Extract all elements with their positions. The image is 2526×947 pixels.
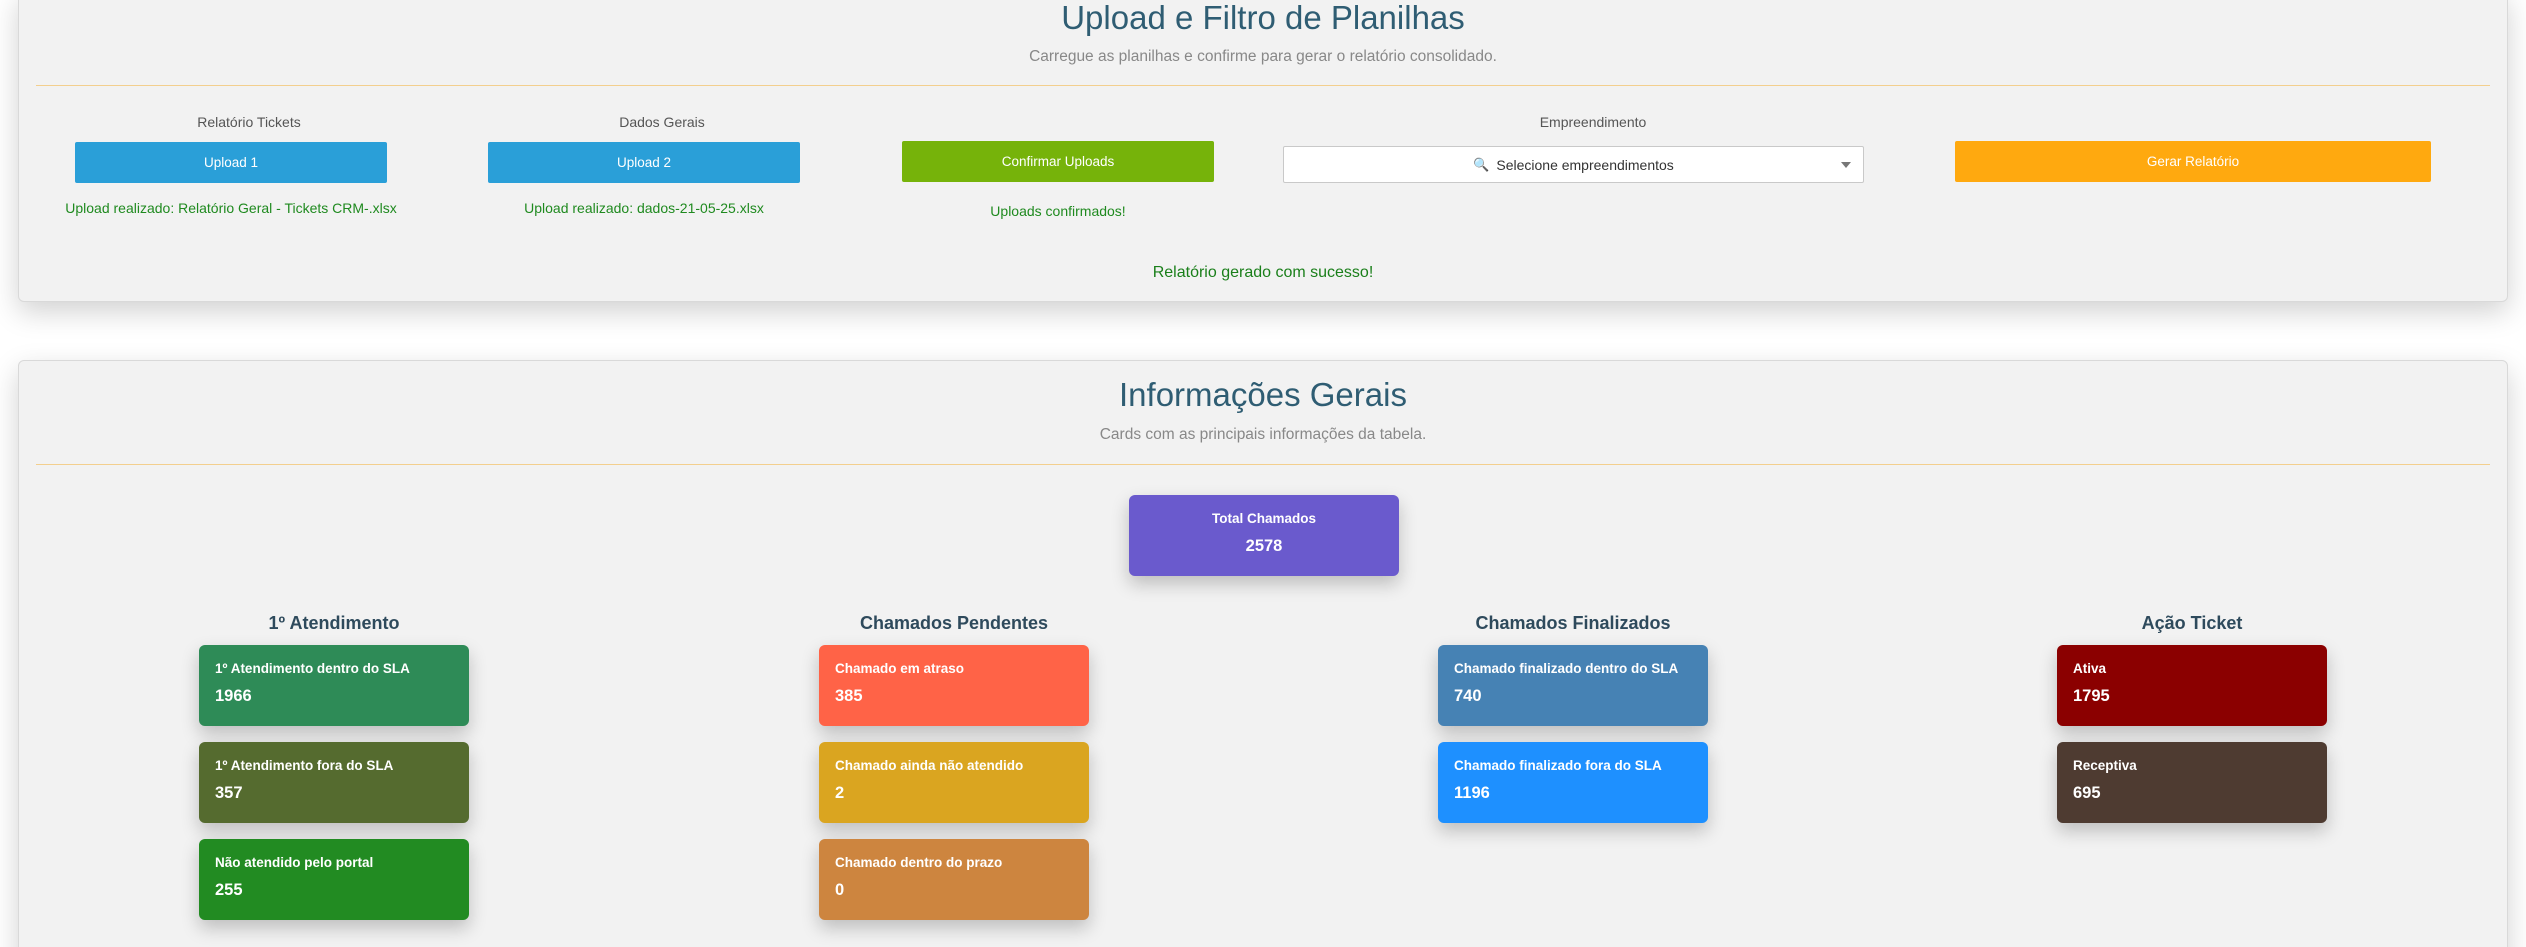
card-chamado-dentro-prazo: Chamado dentro do prazo 0: [819, 839, 1089, 920]
uploads-confirmed-status: Uploads confirmados!: [990, 203, 1126, 219]
card-label: Chamado finalizado dentro do SLA: [1454, 661, 1679, 676]
card-ativa: Ativa 1795: [2057, 645, 2327, 726]
upload-panel: Upload e Filtro de Planilhas Carregue as…: [18, 0, 2508, 302]
card-label: Chamado finalizado fora do SLA: [1454, 758, 1662, 773]
total-chamados-value: 2578: [1245, 537, 1283, 555]
card-value: 357: [215, 784, 243, 802]
card-value: 695: [2073, 784, 2101, 802]
card-label: Não atendido pelo portal: [215, 855, 374, 870]
empreendimento-label: Empreendimento: [1539, 114, 1647, 130]
card-label: Chamado em atraso: [835, 661, 965, 676]
upload-panel-title: Upload e Filtro de Planilhas: [1061, 0, 1465, 36]
card-value: 1795: [2073, 687, 2110, 705]
card-value: 2: [835, 784, 845, 802]
confirmar-uploads-button[interactable]: Confirmar Uploads: [902, 141, 1214, 182]
upload-1-button[interactable]: Upload 1: [75, 142, 387, 183]
card-label: 1º Atendimento fora do SLA: [215, 758, 394, 773]
card-value: 385: [835, 687, 863, 705]
card-chamado-em-atraso: Chamado em atraso 385: [819, 645, 1089, 726]
card-1-atendimento-fora-sla: 1º Atendimento fora do SLA 357: [199, 742, 469, 823]
relatorio-tickets-label: Relatório Tickets: [197, 114, 301, 130]
card-value: 0: [835, 881, 845, 899]
card-label: Chamado dentro do prazo: [835, 855, 1003, 870]
card-label: Ativa: [2073, 661, 2107, 676]
card-label: Receptiva: [2073, 758, 2137, 773]
group-title-acao-ticket: Ação Ticket: [2141, 613, 2243, 633]
upload-2-button[interactable]: Upload 2: [488, 142, 800, 183]
info-panel-title: Informações Gerais: [1119, 376, 1407, 413]
card-label: Chamado ainda não atendido: [835, 758, 1024, 773]
card-chamado-nao-atendido: Chamado ainda não atendido 2: [819, 742, 1089, 823]
dados-gerais-label: Dados Gerais: [619, 114, 705, 130]
card-finalizado-fora-sla: Chamado finalizado fora do SLA 1196: [1438, 742, 1708, 823]
chevron-down-icon: [1841, 162, 1851, 168]
empreendimento-select[interactable]: 🔍 Selecione empreendimentos: [1283, 146, 1864, 183]
relatorio-success-message: Relatório gerado com sucesso!: [1152, 264, 1374, 281]
divider: [36, 85, 2490, 86]
group-title-1-atendimento: 1º Atendimento: [268, 613, 400, 633]
divider: [36, 464, 2490, 465]
info-panel-subtitle: Cards com as principais informações da t…: [1099, 426, 1427, 443]
upload-1-status: Upload realizado: Relatório Geral - Tick…: [65, 200, 397, 216]
empreendimento-select-value: Selecione empreendimentos: [1496, 156, 1674, 173]
card-value: 1196: [1454, 784, 1490, 802]
group-title-chamados-finalizados: Chamados Finalizados: [1475, 613, 1671, 633]
card-finalizado-dentro-sla: Chamado finalizado dentro do SLA 740: [1438, 645, 1708, 726]
group-title-chamados-pendentes: Chamados Pendentes: [859, 613, 1049, 633]
total-chamados-card: Total Chamados 2578: [1129, 495, 1399, 576]
card-1-atendimento-dentro-sla: 1º Atendimento dentro do SLA 1966: [199, 645, 469, 726]
upload-2-status: Upload realizado: dados-21-05-25.xlsx: [524, 200, 764, 216]
gerar-relatorio-button[interactable]: Gerar Relatório: [1955, 141, 2431, 182]
total-chamados-label: Total Chamados: [1211, 511, 1316, 526]
upload-panel-subtitle: Carregue as planilhas e confirme para ge…: [1029, 48, 1497, 65]
card-value: 740: [1454, 687, 1482, 705]
card-value: 1966: [215, 687, 252, 705]
magnifier-icon: 🔍: [1473, 156, 1490, 172]
card-label: 1º Atendimento dentro do SLA: [215, 661, 410, 676]
card-value: 255: [215, 881, 243, 899]
info-panel: Informações Gerais Cards com as principa…: [18, 360, 2508, 947]
card-receptiva: Receptiva 695: [2057, 742, 2327, 823]
card-nao-atendido-portal: Não atendido pelo portal 255: [199, 839, 469, 920]
